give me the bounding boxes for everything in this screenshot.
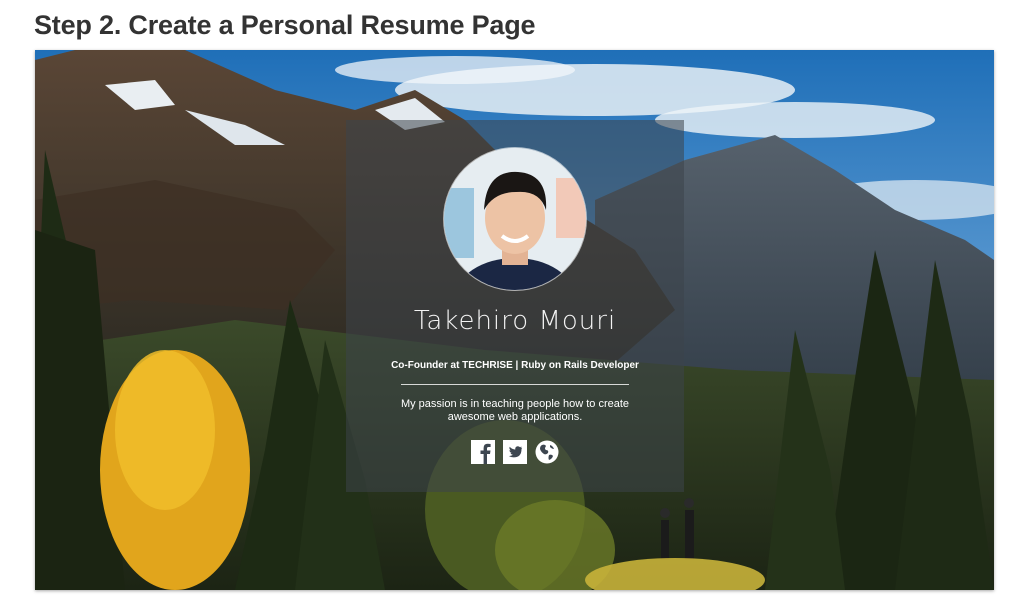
facebook-icon[interactable] xyxy=(471,440,495,464)
profile-tagline: Co-Founder at TECHRISE | Ruby on Rails D… xyxy=(391,360,639,371)
profile-bio: My passion is in teaching people how to … xyxy=(400,398,630,423)
globe-icon[interactable] xyxy=(535,440,559,464)
divider xyxy=(401,384,629,385)
step-heading: Step 2. Create a Personal Resume Page xyxy=(34,10,536,40)
profile-name: Takehiro Mouri xyxy=(413,306,617,336)
profile-card: Takehiro Mouri Co-Founder at TECHRISE | … xyxy=(346,120,684,492)
avatar-photo xyxy=(444,148,586,290)
social-links xyxy=(346,440,684,464)
twitter-icon[interactable] xyxy=(503,440,527,464)
profile-avatar xyxy=(444,148,586,290)
resume-page-screenshot: Takehiro Mouri Co-Founder at TECHRISE | … xyxy=(35,50,994,590)
